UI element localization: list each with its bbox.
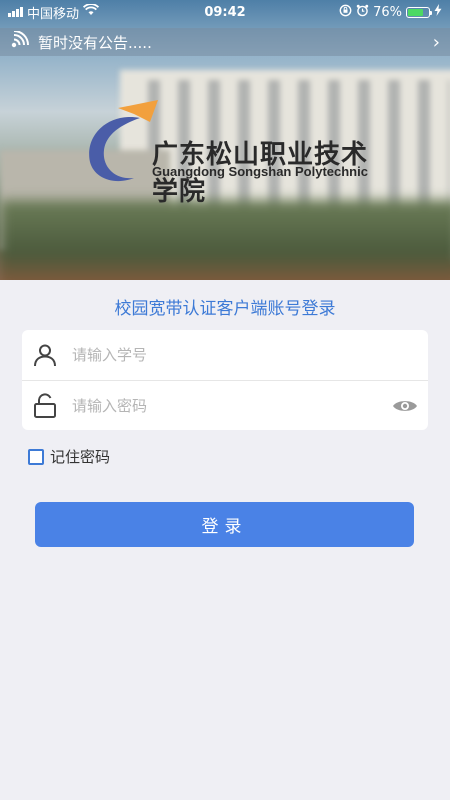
username-row — [22, 330, 428, 380]
checkbox-box[interactable] — [28, 448, 44, 465]
remember-password-label: 记住密码 — [50, 448, 111, 466]
remember-password-checkbox[interactable]: 记住密码 — [28, 446, 110, 467]
school-emblem-icon — [89, 100, 158, 182]
campus-trees — [0, 200, 450, 280]
eye-icon[interactable] — [392, 396, 418, 416]
status-time: 09:42 — [204, 4, 246, 20]
broadcast-icon — [10, 30, 30, 53]
wifi-icon — [82, 3, 100, 20]
alarm-icon — [356, 4, 369, 21]
school-name-en: Guangdong Songshan Polytechnic — [152, 164, 368, 179]
school-logo: 广东松山职业技术学院 Guangdong Songshan Polytechni… — [80, 100, 380, 207]
login-button[interactable]: 登录 — [35, 502, 414, 547]
login-card — [22, 330, 428, 430]
announcement-bar[interactable]: 暂时没有公告..... › — [0, 28, 450, 56]
chevron-right-icon: › — [432, 31, 440, 53]
charging-icon — [434, 4, 442, 20]
password-row — [22, 380, 428, 430]
signal-icon — [8, 7, 23, 17]
status-bar: 中国移动 09:42 76% — [0, 0, 450, 24]
lock-icon — [32, 392, 58, 419]
carrier-name: 中国移动 — [27, 6, 80, 22]
page-title: 校园宽带认证客户端账号登录 — [114, 299, 336, 319]
password-input[interactable] — [72, 396, 392, 415]
rotation-lock-icon — [339, 4, 352, 21]
battery-percent: 76% — [373, 4, 403, 20]
battery-icon — [406, 6, 433, 18]
announcement-text: 暂时没有公告..... — [38, 33, 152, 52]
username-input[interactable] — [72, 346, 418, 364]
battery-fill — [408, 8, 424, 16]
user-icon — [32, 342, 58, 368]
